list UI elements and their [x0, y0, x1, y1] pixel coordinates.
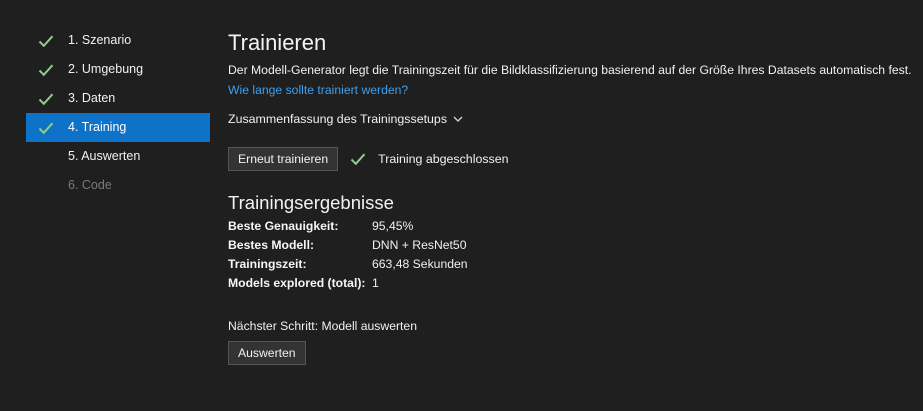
result-value: 95,45%	[372, 219, 414, 233]
sidebar-item-label: 4. Training	[68, 120, 127, 134]
result-key: Beste Genauigkeit:	[228, 219, 339, 233]
step-sidebar: 1. Szenario 2. Umgebung 3. Daten 4. Trai…	[26, 26, 210, 200]
sidebar-item-label: 5. Auswerten	[68, 149, 141, 163]
sidebar-item-label: 2. Umgebung	[68, 62, 144, 76]
model-builder-training-page: 1. Szenario 2. Umgebung 3. Daten 4. Trai…	[0, 0, 923, 411]
result-key: Bestes Modell:	[228, 238, 315, 252]
main-content: Trainieren Der Modell-Generator legt die…	[228, 28, 912, 365]
sidebar-item-label: 3. Daten	[68, 91, 116, 105]
sidebar-item-label: 1. Szenario	[68, 33, 132, 47]
result-value: 663,48 Sekunden	[372, 257, 468, 271]
results-heading: Trainingsergebnisse	[228, 192, 394, 213]
result-row-best-accuracy: Beste Genauigkeit: 95,45%	[228, 217, 908, 236]
result-row-training-time: Trainingszeit: 663,48 Sekunden	[228, 255, 908, 274]
retrain-row: Erneut trainieren Training abgeschlossen	[228, 146, 908, 172]
results-list: Beste Genauigkeit: 95,45% Bestes Modell:…	[228, 217, 908, 293]
result-value: 1	[372, 276, 379, 290]
chevron-down-icon	[453, 116, 463, 122]
checkmark-icon	[38, 64, 54, 77]
checkmark-icon	[38, 35, 54, 48]
training-status-text: Training abgeschlossen	[378, 152, 509, 166]
page-title: Trainieren	[228, 30, 327, 55]
sidebar-item-umgebung[interactable]: 2. Umgebung	[26, 55, 210, 84]
checkmark-icon	[38, 122, 54, 135]
sidebar-item-daten[interactable]: 3. Daten	[26, 84, 210, 113]
result-row-models-explored: Models explored (total): 1	[228, 274, 908, 293]
evaluate-button[interactable]: Auswerten	[228, 341, 306, 365]
sidebar-item-label: 6. Code	[68, 178, 112, 192]
sidebar-item-szenario[interactable]: 1. Szenario	[26, 26, 210, 55]
checkmark-icon	[38, 93, 54, 106]
sidebar-item-training[interactable]: 4. Training	[26, 113, 210, 142]
sidebar-item-code: 6. Code	[26, 171, 210, 200]
sidebar-item-auswerten[interactable]: 5. Auswerten	[26, 142, 210, 171]
result-row-best-model: Bestes Modell: DNN + ResNet50	[228, 236, 908, 255]
page-description: Der Modell-Generator legt die Trainingsz…	[228, 63, 912, 77]
retrain-button[interactable]: Erneut trainieren	[228, 147, 339, 171]
checkmark-icon	[350, 153, 366, 166]
training-setup-summary-toggle[interactable]: Zusammenfassung des Trainingssetups	[228, 110, 463, 128]
summary-toggle-label: Zusammenfassung des Trainingssetups	[228, 112, 448, 126]
result-value: DNN + ResNet50	[372, 238, 467, 252]
next-step-text: Nächster Schritt: Modell auswerten	[228, 319, 417, 333]
result-key: Trainingszeit:	[228, 257, 307, 271]
result-key: Models explored (total):	[228, 276, 366, 290]
training-duration-help-link[interactable]: Wie lange sollte trainiert werden?	[228, 81, 408, 99]
